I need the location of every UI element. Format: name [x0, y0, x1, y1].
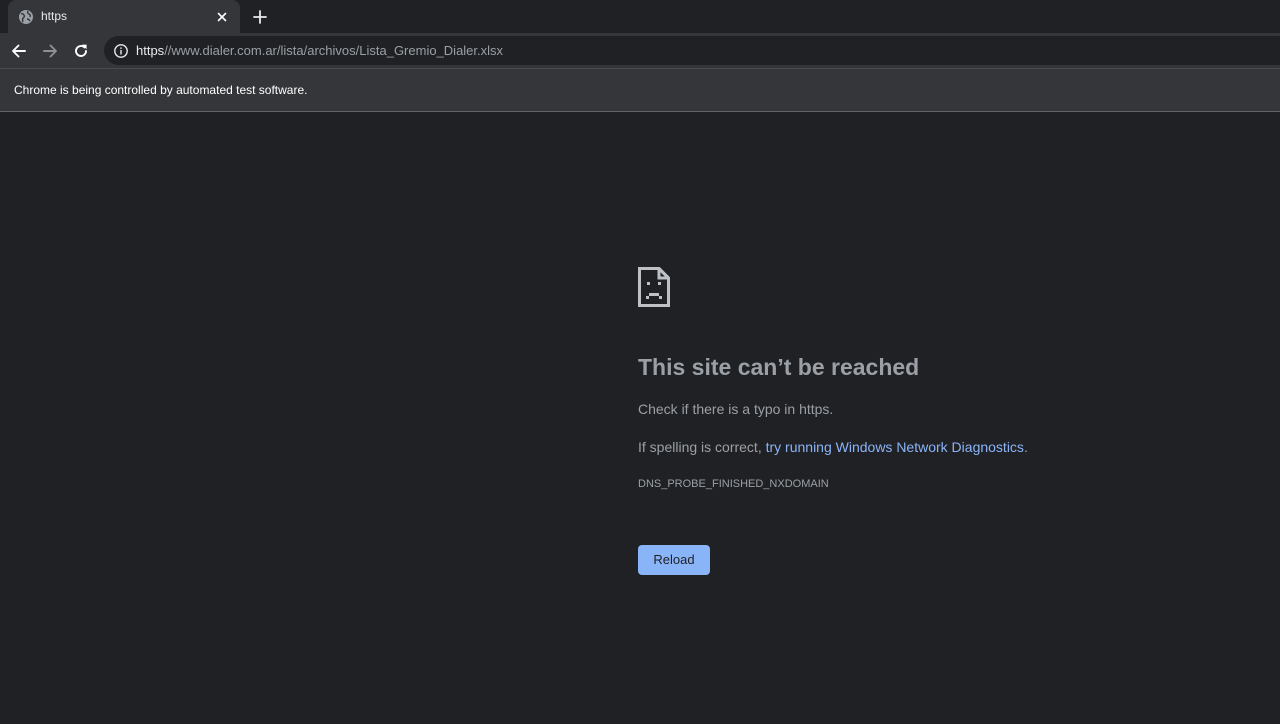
suggestion-prefix: If spelling is correct, — [638, 439, 766, 455]
tab-active[interactable]: https — [8, 0, 240, 33]
error-page: This site can’t be reached Check if ther… — [0, 112, 1280, 724]
back-arrow-icon[interactable] — [7, 39, 31, 63]
url-scheme: https — [136, 43, 165, 58]
address-bar[interactable]: https//www.dialer.com.ar/lista/archivos/… — [104, 36, 1280, 65]
forward-arrow-icon[interactable] — [38, 39, 62, 63]
plus-icon[interactable] — [250, 7, 270, 27]
error-code: DNS_PROBE_FINISHED_NXDOMAIN — [638, 478, 829, 490]
suggestion-typo: Check if there is a typo in https. — [638, 401, 834, 417]
reload-icon[interactable] — [69, 39, 93, 63]
automation-infobar: Chrome is being controlled by automated … — [0, 68, 1280, 112]
url-text[interactable]: https//www.dialer.com.ar/lista/archivos/… — [136, 43, 503, 58]
reload-button[interactable]: Reload — [638, 545, 710, 575]
tab-title: https — [41, 9, 68, 23]
suggestion-diagnostics: If spelling is correct, try running Wind… — [638, 438, 1028, 456]
network-diagnostics-link[interactable]: try running Windows Network Diagnostics — [766, 439, 1024, 455]
tab-strip: https — [0, 0, 1280, 33]
globe-icon — [18, 9, 34, 25]
url-path: //www.dialer.com.ar/lista/archivos/Lista… — [164, 43, 504, 58]
infobar-message: Chrome is being controlled by automated … — [14, 83, 308, 97]
toolbar: https//www.dialer.com.ar/lista/archivos/… — [0, 33, 1280, 68]
close-icon[interactable] — [214, 9, 230, 25]
suggestion-suffix: . — [1023, 439, 1028, 455]
error-heading: This site can’t be reached — [638, 354, 920, 380]
sad-page-icon — [638, 267, 670, 307]
info-icon[interactable] — [113, 43, 129, 59]
